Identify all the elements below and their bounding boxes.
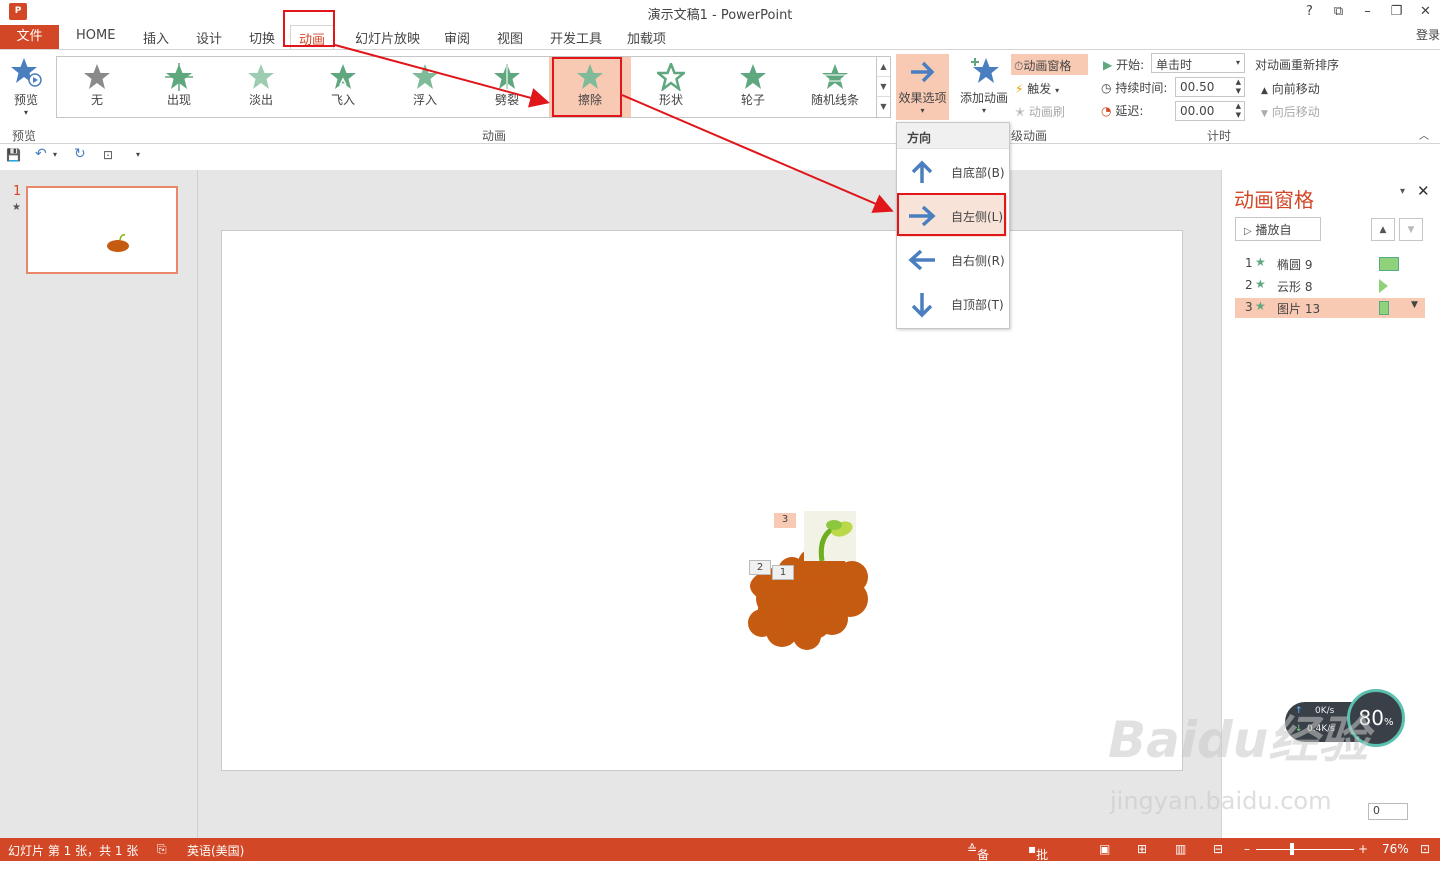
- watermark-url: jingyan.baidu.com: [1110, 787, 1332, 815]
- language[interactable]: 英语(美国): [187, 842, 244, 859]
- reading-view-icon[interactable]: ▥: [1175, 842, 1186, 856]
- slideshow-view-icon[interactable]: ⊟: [1213, 842, 1223, 856]
- page-box[interactable]: 0: [1368, 803, 1408, 820]
- fit-slide-icon[interactable]: ⊡: [1420, 842, 1430, 856]
- zoom-slider-thumb[interactable]: [1290, 843, 1294, 855]
- status-bar: 幻灯片 第 1 张，共 1 张 ⎘ 英语(美国) ≙ 备注 ▪ 批注 ▣ ⊞ ▥…: [0, 838, 1440, 879]
- zoom-in-icon[interactable]: +: [1358, 842, 1368, 856]
- slide-sorter-icon[interactable]: ⊞: [1137, 842, 1147, 856]
- zoom-slider[interactable]: [1256, 849, 1354, 850]
- zoom-out-icon[interactable]: –: [1244, 842, 1250, 856]
- notes-button[interactable]: ≙ 备注: [967, 842, 989, 879]
- zoom-level[interactable]: 76%: [1382, 842, 1409, 856]
- comments-button[interactable]: ▪ 批注: [1028, 842, 1048, 879]
- spell-check-icon[interactable]: ⎘: [157, 842, 167, 857]
- watermark-brand: Baidu经验: [1108, 711, 1369, 769]
- normal-view-icon[interactable]: ▣: [1099, 842, 1110, 856]
- slide-info: 幻灯片 第 1 张，共 1 张: [8, 844, 139, 858]
